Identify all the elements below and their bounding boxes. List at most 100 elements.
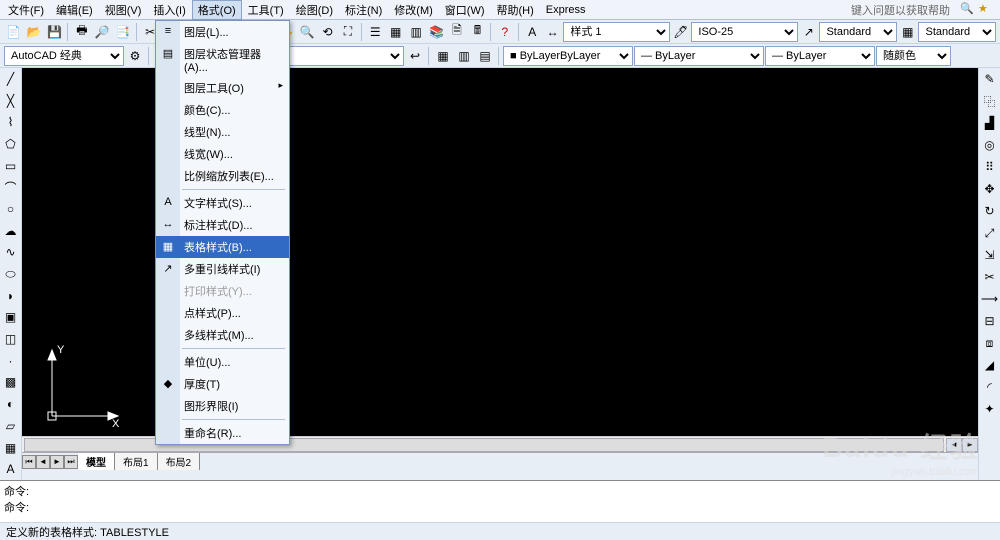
dd-item-6[interactable]: 比例缩放列表(E)... — [156, 165, 289, 187]
trim-icon[interactable]: ✂ — [980, 267, 1000, 287]
linetype-select[interactable]: — ByLayer — [634, 46, 764, 66]
lineweight-select[interactable]: — ByLayer — [765, 46, 875, 66]
erase-icon[interactable]: ✎ — [980, 69, 1000, 89]
dd-item-1[interactable]: ▤图层状态管理器(A)... — [156, 43, 289, 77]
style-select[interactable]: 样式 1 — [563, 22, 670, 42]
scroll-left-icon[interactable]: ◄ — [946, 438, 962, 452]
plotstyle-select[interactable]: 随颜色 — [876, 46, 951, 66]
array-icon[interactable]: ⠿ — [980, 157, 1000, 177]
dd-item-5[interactable]: 线宽(W)... — [156, 143, 289, 165]
color-select[interactable]: ■ ByLayerByLayer — [503, 46, 633, 66]
extend-icon[interactable]: ⟶ — [980, 289, 1000, 309]
menu-format[interactable]: 格式(O) — [192, 0, 242, 20]
line-icon[interactable]: ╱ — [1, 69, 21, 89]
markup-icon[interactable]: 🗎 — [447, 22, 466, 42]
arc-icon[interactable]: ⌒ — [1, 177, 21, 197]
dd-item-13[interactable]: 点样式(P)... — [156, 302, 289, 324]
mtext-icon[interactable]: A — [1, 459, 21, 479]
menu-edit[interactable]: 编辑(E) — [50, 0, 99, 20]
copy2-icon[interactable]: ⿻ — [980, 91, 1000, 111]
zoom-window-icon[interactable]: ⛶ — [338, 22, 357, 42]
revcloud-icon[interactable]: ☁ — [1, 221, 21, 241]
brush-icon[interactable]: 🖊 — [671, 22, 690, 42]
tab-model[interactable]: 模型 — [78, 453, 115, 470]
menu-help[interactable]: 帮助(H) — [491, 0, 540, 20]
dd-item-10[interactable]: ▦表格样式(B)... — [156, 236, 289, 258]
menu-view[interactable]: 视图(V) — [99, 0, 148, 20]
dd-item-3[interactable]: 颜色(C)... — [156, 99, 289, 121]
gear-icon[interactable]: ⚙ — [125, 46, 145, 66]
tab-layout1[interactable]: 布局1 — [115, 453, 158, 470]
menu-file[interactable]: 文件(F) — [2, 0, 50, 20]
publish-icon[interactable]: 📑 — [113, 22, 132, 42]
help-hint[interactable]: 键入问题以获取帮助 — [845, 0, 956, 20]
print-icon[interactable]: 🖶 — [72, 22, 91, 42]
preview-icon[interactable]: 🔎 — [93, 22, 112, 42]
textstyle-icon[interactable]: A — [522, 22, 541, 42]
search-icon[interactable]: 🔍 — [960, 2, 976, 18]
dd-item-0[interactable]: ≡图层(L)... — [156, 21, 289, 43]
region-icon[interactable]: ▱ — [1, 416, 21, 436]
layer-prev-icon[interactable]: ↩ — [405, 46, 425, 66]
zoom-icon[interactable]: 🔍 — [297, 22, 316, 42]
dd-item-20[interactable]: 重命名(R)... — [156, 422, 289, 444]
dd-item-2[interactable]: 图层工具(O) — [156, 77, 289, 99]
pline-icon[interactable]: ⌇ — [1, 112, 21, 132]
ellipse-icon[interactable]: ⬭ — [1, 264, 21, 284]
menu-tools[interactable]: 工具(T) — [242, 0, 290, 20]
tab-next-icon[interactable]: ► — [50, 455, 64, 469]
menu-insert[interactable]: 插入(I) — [147, 0, 191, 20]
layer-tool1-icon[interactable]: ▦ — [433, 46, 453, 66]
command-area[interactable]: 命令: 命令: — [0, 480, 1000, 522]
new-icon[interactable]: 📄 — [4, 22, 23, 42]
leader-icon[interactable]: ↗ — [799, 22, 818, 42]
table-style-icon[interactable]: ▦ — [898, 22, 917, 42]
tab-prev-icon[interactable]: ◄ — [36, 455, 50, 469]
menu-draw[interactable]: 绘图(D) — [290, 0, 339, 20]
dd-item-17[interactable]: ◆厚度(T) — [156, 373, 289, 395]
zoom-prev-icon[interactable]: ⟲ — [318, 22, 337, 42]
ellipsearc-icon[interactable]: ◗ — [1, 286, 21, 306]
dd-item-8[interactable]: A文字样式(S)... — [156, 192, 289, 214]
standard2-select[interactable]: Standard — [918, 22, 996, 42]
spline-icon[interactable]: ∿ — [1, 243, 21, 263]
save-icon[interactable]: 💾 — [45, 22, 64, 42]
rect-icon[interactable]: ▭ — [1, 156, 21, 176]
dd-item-11[interactable]: ↗多重引线样式(I) — [156, 258, 289, 280]
iso-select[interactable]: ISO-25 — [691, 22, 798, 42]
design-center-icon[interactable]: ▦ — [386, 22, 405, 42]
dd-item-4[interactable]: 线型(N)... — [156, 121, 289, 143]
block-icon[interactable]: ◫ — [1, 329, 21, 349]
polygon-icon[interactable]: ⬠ — [1, 134, 21, 154]
star-icon[interactable]: ★ — [978, 2, 994, 18]
fillet-icon[interactable]: ◜ — [980, 377, 1000, 397]
explode-icon[interactable]: ✦ — [980, 399, 1000, 419]
properties-icon[interactable]: ☰ — [366, 22, 385, 42]
menu-modify[interactable]: 修改(M) — [388, 0, 439, 20]
join-icon[interactable]: ⧈ — [980, 333, 1000, 353]
mirror-icon[interactable]: ▟ — [980, 113, 1000, 133]
chamfer-icon[interactable]: ◢ — [980, 355, 1000, 375]
dd-item-18[interactable]: 图形界限(I) — [156, 395, 289, 417]
dd-item-16[interactable]: 单位(U)... — [156, 351, 289, 373]
offset-icon[interactable]: ◎ — [980, 135, 1000, 155]
menu-express[interactable]: Express — [540, 2, 592, 18]
table-icon[interactable]: ▦ — [1, 438, 21, 458]
insert-icon[interactable]: ▣ — [1, 308, 21, 328]
scroll-right-icon[interactable]: ► — [962, 438, 978, 452]
standard1-select[interactable]: Standard — [819, 22, 897, 42]
tab-first-icon[interactable]: ⏮ — [22, 455, 36, 469]
calc-icon[interactable]: 🖩 — [468, 22, 487, 42]
cmd-line-2[interactable]: 命令: — [4, 499, 996, 515]
tool-palette-icon[interactable]: ▥ — [406, 22, 425, 42]
help-icon[interactable]: ? — [495, 22, 514, 42]
hatch-icon[interactable]: ▩ — [1, 373, 21, 393]
gradient-icon[interactable]: ◐ — [1, 394, 21, 414]
workspace-select[interactable]: AutoCAD 经典 — [4, 46, 124, 66]
menu-dimension[interactable]: 标注(N) — [339, 0, 388, 20]
dd-item-9[interactable]: ↔标注样式(D)... — [156, 214, 289, 236]
break-icon[interactable]: ⊟ — [980, 311, 1000, 331]
tab-last-icon[interactable]: ⏭ — [64, 455, 78, 469]
open-icon[interactable]: 📂 — [24, 22, 43, 42]
dd-item-14[interactable]: 多线样式(M)... — [156, 324, 289, 346]
